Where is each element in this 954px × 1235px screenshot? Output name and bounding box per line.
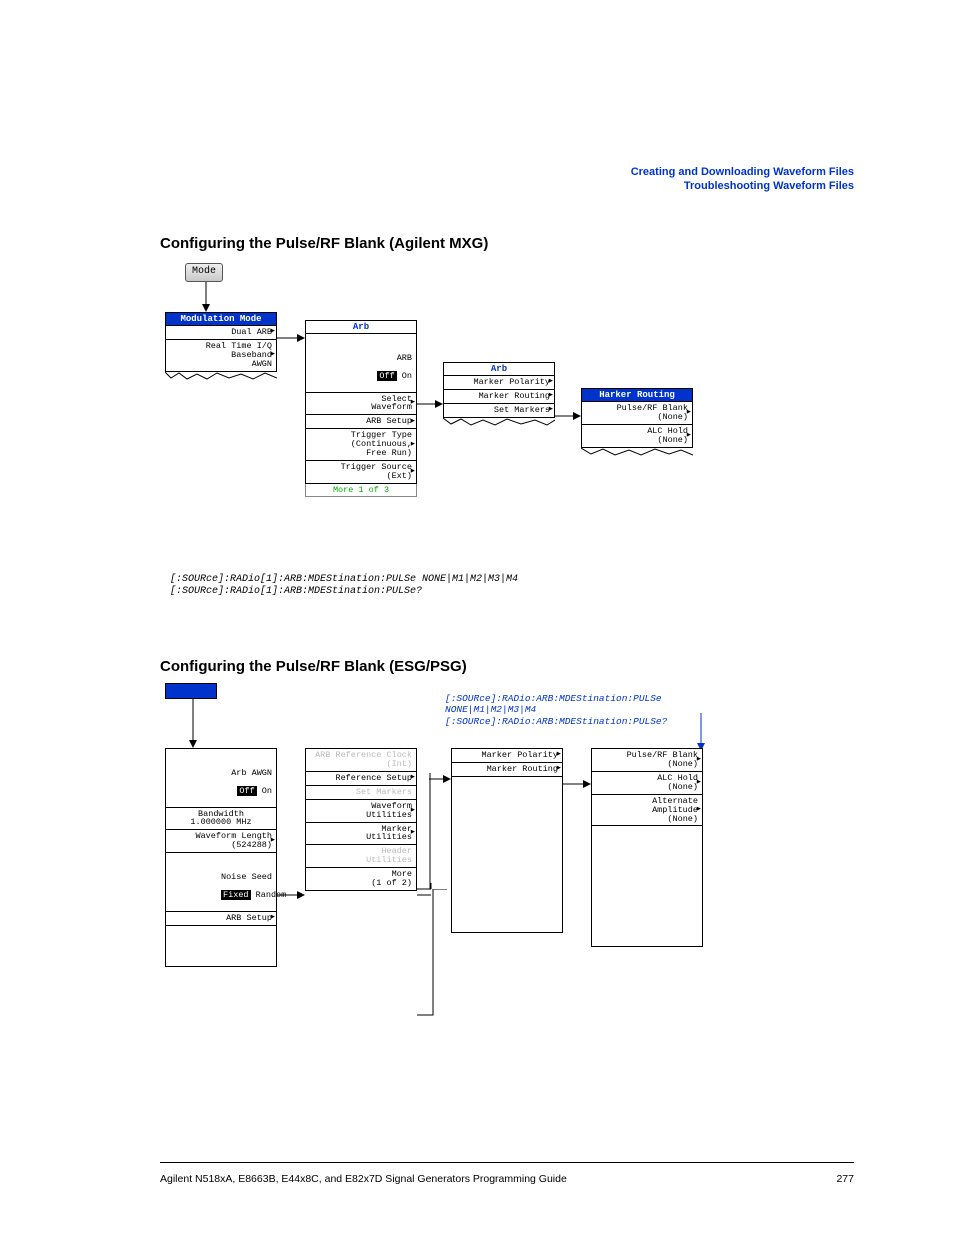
col3-i1: Marker Polarity▶: [443, 376, 555, 390]
col4-i2: ALC Hold (None)▶: [581, 425, 693, 448]
col4-i1: Pulse/RF Blank (None)▶: [581, 402, 693, 425]
col3-i2: Marker Routing▶: [443, 390, 555, 404]
s2-col4: Pulse/RF Blank (None)▶ ALC Hold (None)▶ …: [591, 748, 703, 947]
scpi2-line2: [:SOURce]:RADio:ARB:MDEStination:PULSe?: [445, 716, 705, 727]
s2c1-i1: Arb AWGN Off On: [165, 748, 277, 808]
s2c2-i6: Header Utilities: [305, 845, 417, 868]
col2-ftr: More 1 of 3: [305, 484, 417, 497]
scpi2: [:SOURce]:RADio:ARB:MDEStination:PULSe N…: [445, 693, 705, 727]
s2-col1: Arb AWGN Off On Bandwidth 1.000000 MHz W…: [165, 748, 277, 967]
s2c4-i3: Alternate Amplitude (None)▶: [591, 795, 703, 827]
col2-i1: ARB Off On: [305, 334, 417, 393]
col3: Arb Marker Polarity▶ Marker Routing▶ Set…: [443, 362, 555, 426]
s2c1-i2: Bandwidth 1.000000 MHz: [165, 808, 277, 831]
col3-hdr: Arb: [443, 362, 555, 376]
s2c4-i2: ALC Hold (None)▶: [591, 772, 703, 795]
col2-i5: Trigger Source (Ext)▶: [305, 461, 417, 484]
col2-hdr: Arb: [305, 320, 417, 334]
footer-left: Agilent N518xA, E8663B, E44x8C, and E82x…: [160, 1173, 567, 1185]
s2c2-i2: Reference Setup▶: [305, 772, 417, 786]
mode-button: Mode: [185, 263, 223, 282]
scpi2-line1: [:SOURce]:RADio:ARB:MDEStination:PULSe N…: [445, 693, 705, 716]
s2-col3: Marker Polarity▶ Marker Routing▶: [451, 748, 563, 933]
footer-right: 277: [836, 1173, 854, 1185]
section1-title: Configuring the Pulse/RF Blank (Agilent …: [160, 235, 864, 252]
s2c2-i1: ARB Reference Clock (Int): [305, 748, 417, 772]
s2c1-i5: ARB Setup▶: [165, 912, 277, 926]
s2c2-ftr: More (1 of 2): [305, 868, 417, 891]
col3-i3: Set Markers▶: [443, 404, 555, 418]
scpi1-line2: [:SOURce]:RADio[1]:ARB:MDEStination:PULS…: [170, 586, 864, 598]
s2c3-i2: Marker Routing▶: [451, 763, 563, 777]
s2c2-i3: Set Markers: [305, 786, 417, 800]
col4: Harker Routing Pulse/RF Blank (None)▶ AL…: [581, 388, 693, 456]
s2c2-i5: Marker Utilities▶: [305, 823, 417, 846]
s2c3-i1: Marker Polarity▶: [451, 748, 563, 763]
col2-i3: ARB Setup▶: [305, 415, 417, 429]
col2: Arb ARB Off On Select Waveform▶ ARB Setu…: [305, 320, 417, 497]
page-header: Creating and Downloading Waveform Files …: [631, 165, 854, 194]
s2-col2: ARB Reference Clock (Int) Reference Setu…: [305, 748, 417, 891]
col4-hdr: Harker Routing: [581, 388, 693, 402]
header-line2: Troubleshooting Waveform Files: [631, 179, 854, 193]
page-footer: Agilent N518xA, E8663B, E44x8C, and E82x…: [160, 1162, 854, 1185]
col1: Modulation Mode Dual ARB▶ Real Time I/Q …: [165, 312, 277, 380]
col2-i4: Trigger Type (Continuous, Free Run)▶: [305, 429, 417, 461]
diagram-esg: [:SOURce]:RADio:ARB:MDEStination:PULSe N…: [165, 683, 705, 1013]
col2-i2: Select Waveform▶: [305, 393, 417, 416]
s2c1-i4: Noise Seed Fixed Random: [165, 853, 277, 912]
s2c4-i1: Pulse/RF Blank (None)▶: [591, 748, 703, 772]
col1-hdr: Modulation Mode: [165, 312, 277, 326]
col1-i2: Real Time I/Q Baseband AWGN▶: [165, 340, 277, 372]
header-line1: Creating and Downloading Waveform Files: [631, 165, 854, 179]
diagram-mxg: Mode Modulation Mode Dual ARB▶ Real Time…: [165, 260, 705, 560]
s2c1-i3: Waveform Length (524288)▶: [165, 830, 277, 853]
scpi1-line1: [:SOURce]:RADio[1]:ARB:MDEStination:PULS…: [170, 574, 864, 586]
section2-title: Configuring the Pulse/RF Blank (ESG/PSG): [160, 658, 864, 675]
col1-i1: Dual ARB▶: [165, 326, 277, 340]
scpi1: [:SOURce]:RADio[1]:ARB:MDEStination:PULS…: [170, 574, 864, 598]
s2c2-i4: Waveform Utilities▶: [305, 800, 417, 823]
